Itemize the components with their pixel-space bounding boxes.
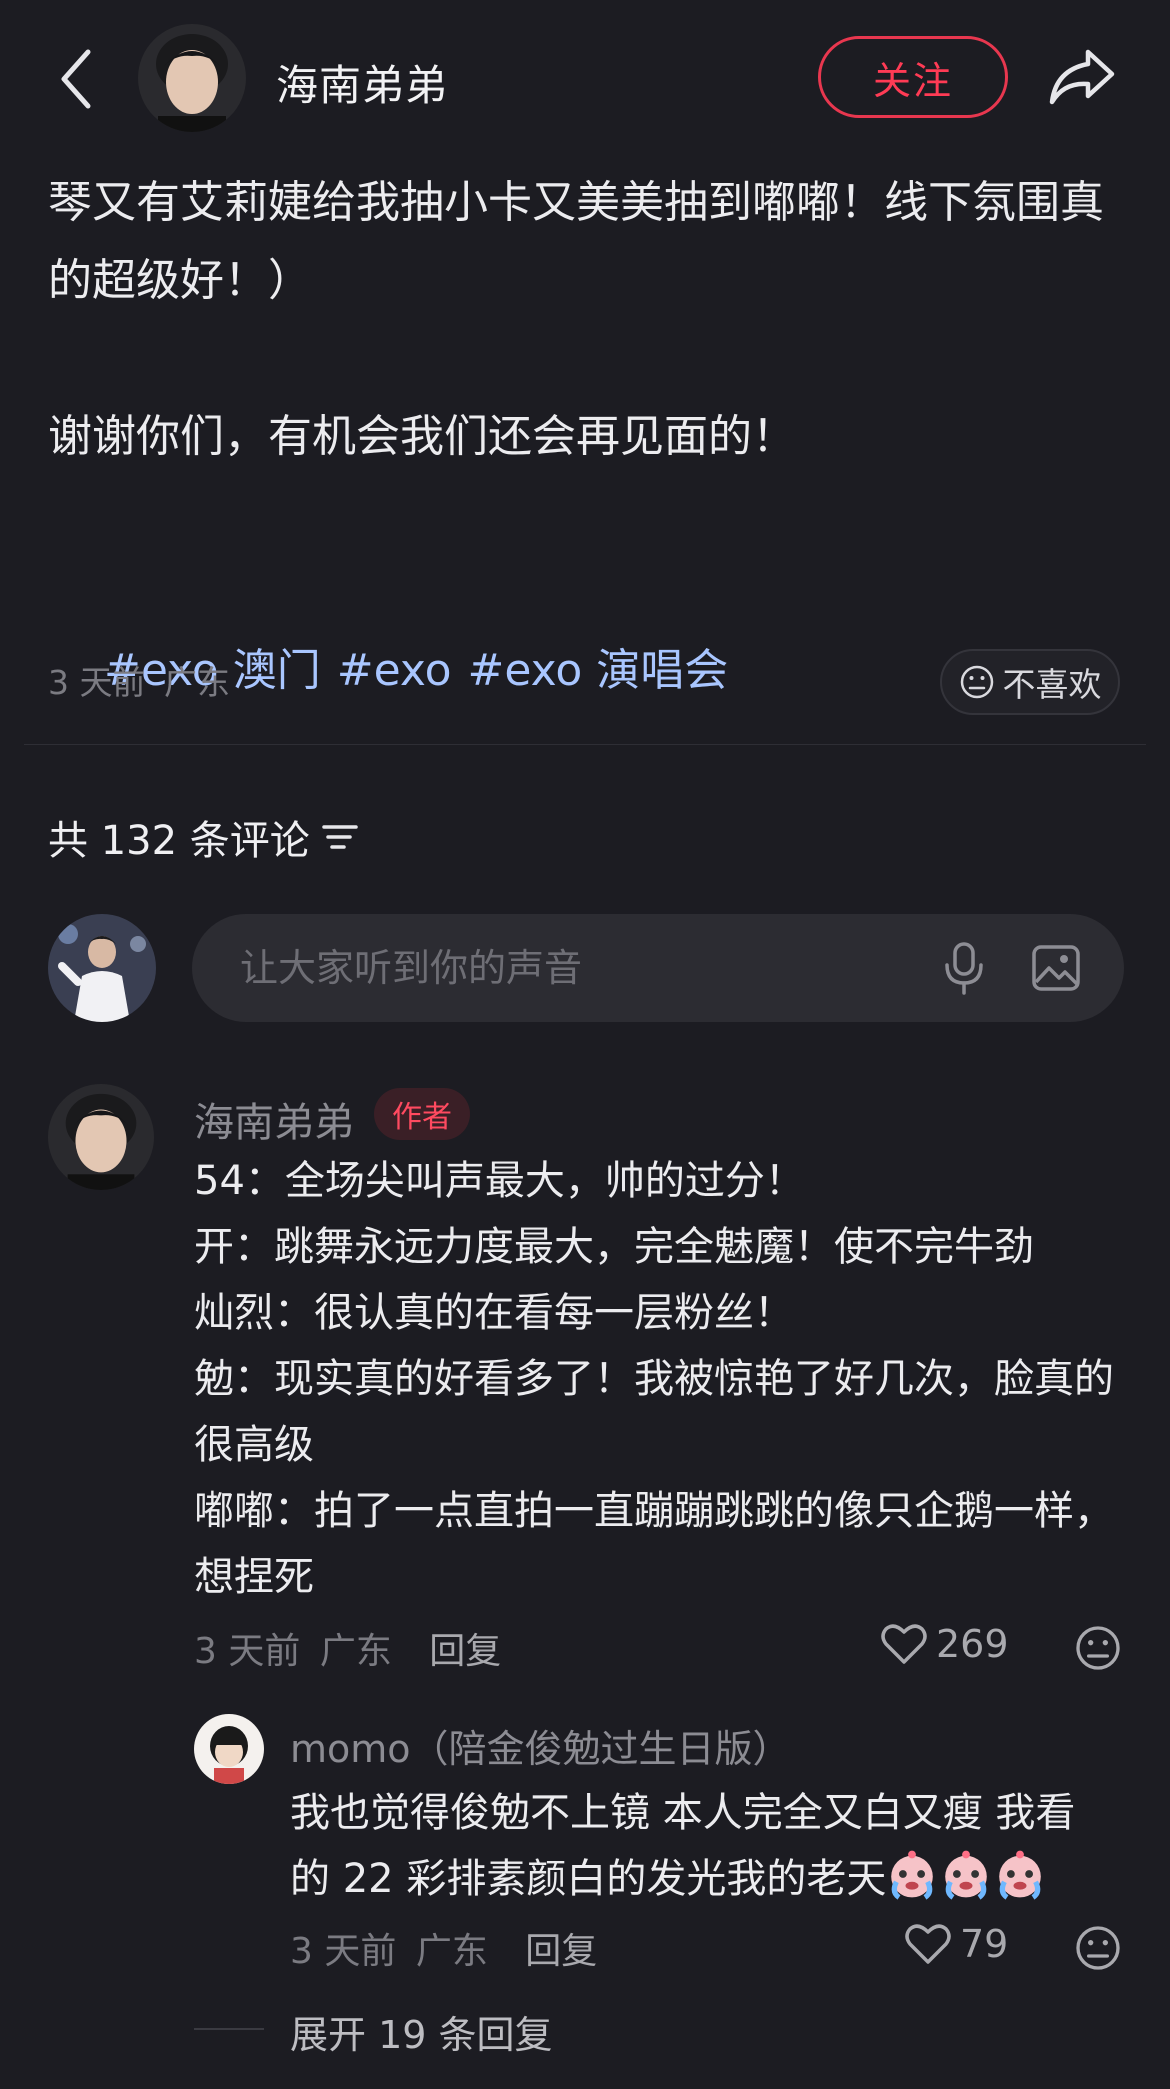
- comment-location: 广东: [319, 1631, 392, 1672]
- like-button[interactable]: 79: [904, 1922, 1008, 1966]
- top-bar: 海南弟弟 关注: [0, 0, 1170, 160]
- like-count: 79: [960, 1922, 1009, 1966]
- comment-line: 灿烈：很认真的在看每一层粉丝！: [194, 1290, 794, 1336]
- comment-line: 嘟嘟：拍了一点直拍一直蹦蹦跳跳的像只企鹅一样，想捏死: [194, 1488, 1114, 1600]
- dislike-button[interactable]: 不喜欢: [940, 649, 1120, 715]
- microphone-icon: [945, 942, 983, 995]
- reply-button[interactable]: 回复: [525, 1931, 597, 1972]
- author-avatar[interactable]: [138, 24, 246, 132]
- author-name[interactable]: 海南弟弟: [276, 52, 448, 113]
- image-upload-button[interactable]: [1024, 936, 1088, 1000]
- reply-meta: 3 天前 广东 回复: [290, 1922, 597, 1974]
- dislike-reply-button[interactable]: [1074, 1924, 1122, 1976]
- expand-replies-button[interactable]: 展开 19 条回复: [290, 2004, 553, 2059]
- back-button[interactable]: [52, 44, 100, 114]
- sort-icon[interactable]: [320, 820, 360, 854]
- share-icon: [1049, 49, 1115, 105]
- follow-button[interactable]: 关注: [818, 36, 1008, 118]
- reply-author-name[interactable]: momo（陪金俊勉过生日版）: [290, 1718, 791, 1773]
- neutral-face-icon: [1076, 1926, 1120, 1970]
- heart-icon: [905, 1924, 951, 1964]
- hashtag-link[interactable]: #exo: [337, 645, 452, 696]
- post-paragraph: 琴又有艾莉婕给我抽小卡又美美抽到嘟嘟！线下氛围真的超级好！）: [48, 177, 1104, 306]
- post-paragraph: 谢谢你们，有机会我们还会再见面的！: [48, 411, 796, 462]
- heart-icon: [881, 1624, 927, 1664]
- chevron-left-icon: [61, 49, 91, 109]
- comment-meta: 3 天前 广东 回复: [194, 1622, 501, 1674]
- dislike-comment-button[interactable]: [1074, 1624, 1122, 1676]
- voice-input-button[interactable]: [932, 936, 996, 1000]
- post-meta: 3 天前 广东: [48, 656, 230, 704]
- comment-time: 3 天前: [194, 1631, 301, 1672]
- my-avatar: [48, 914, 156, 1022]
- reply-time: 3 天前: [290, 1931, 397, 1972]
- like-button[interactable]: 269: [880, 1622, 1009, 1666]
- comment-count-header: 共 132 条评论: [48, 808, 360, 866]
- post-time: 3 天前: [48, 663, 146, 702]
- reply-location: 广东: [415, 1931, 488, 1972]
- commenter-avatar[interactable]: [48, 1084, 154, 1190]
- expand-divider: [194, 2028, 264, 2030]
- reply-button[interactable]: 回复: [429, 1631, 501, 1672]
- comment-input[interactable]: [192, 946, 892, 990]
- author-badge: 作者: [374, 1088, 470, 1140]
- like-count: 269: [936, 1622, 1009, 1666]
- hashtag-link[interactable]: #exo 演唱会: [468, 645, 729, 696]
- divider: [24, 744, 1146, 745]
- dislike-label: 不喜欢: [1002, 665, 1102, 704]
- reply-text[interactable]: 我也觉得俊勉不上镜 本人完全又白又瘦 我看的 22 彩排素颜白的发光我的老天: [290, 1780, 1110, 1912]
- neutral-face-icon: [960, 665, 993, 699]
- comment-line: 开：跳舞永远力度最大，完全魅魔！使不完牛劲: [194, 1224, 1034, 1270]
- reply-avatar[interactable]: [194, 1714, 264, 1784]
- neutral-face-icon: [1076, 1626, 1120, 1670]
- image-icon: [1032, 945, 1080, 991]
- comment-count: 共 132 条评论: [48, 818, 310, 864]
- post-location: 广东: [164, 663, 230, 702]
- commenter-name[interactable]: 海南弟弟: [194, 1090, 354, 1148]
- comment-line: 勉：现实真的好看多了！我被惊艳了好几次，脸真的很高级: [194, 1356, 1114, 1468]
- share-button[interactable]: [1044, 40, 1120, 112]
- crying-emoji-icon: [886, 1850, 1048, 1902]
- comment-text[interactable]: 54：全场尖叫声最大，帅的过分！ 开：跳舞永远力度最大，完全魅魔！使不完牛劲 灿…: [194, 1148, 1124, 1610]
- comment-input-box[interactable]: [192, 914, 1124, 1022]
- comment-line: 54：全场尖叫声最大，帅的过分！: [194, 1158, 805, 1204]
